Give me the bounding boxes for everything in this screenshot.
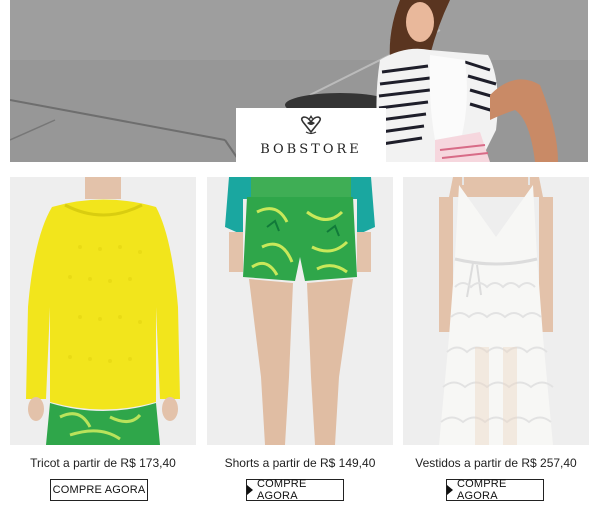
buy-button-vestidos[interactable]: COMPRE AGORA: [446, 478, 544, 502]
vestidos-photo: [403, 177, 589, 445]
play-arrow-icon: [447, 485, 453, 495]
play-arrow-icon: [247, 485, 253, 495]
product-caption-shorts: Shorts a partir de R$ 149,40: [224, 456, 376, 470]
tricot-photo: [10, 177, 196, 445]
crown-heart-icon: [300, 115, 322, 135]
product-caption-tricot: Tricot a partir de R$ 173,40: [30, 456, 176, 470]
product-image-shorts[interactable]: [207, 177, 393, 445]
hero-banner[interactable]: BOBSTORE: [10, 0, 588, 162]
brand-logo[interactable]: BOBSTORE: [236, 108, 386, 162]
buy-button-label: COMPRE AGORA: [257, 478, 307, 502]
product-caption-vestidos: Vestidos a partir de R$ 257,40: [415, 456, 577, 470]
product-image-tricot[interactable]: [10, 177, 196, 445]
product-image-vestidos[interactable]: [403, 177, 589, 445]
brand-name: BOBSTORE: [260, 142, 362, 157]
buy-button-shorts[interactable]: COMPRE AGORA: [246, 478, 344, 502]
shorts-photo: [207, 177, 393, 445]
buy-button-label: COMPRE AGORA: [457, 478, 507, 502]
buy-button-label: COMPRE AGORA: [52, 484, 146, 496]
buy-button-tricot[interactable]: COMPRE AGORA: [50, 479, 148, 501]
